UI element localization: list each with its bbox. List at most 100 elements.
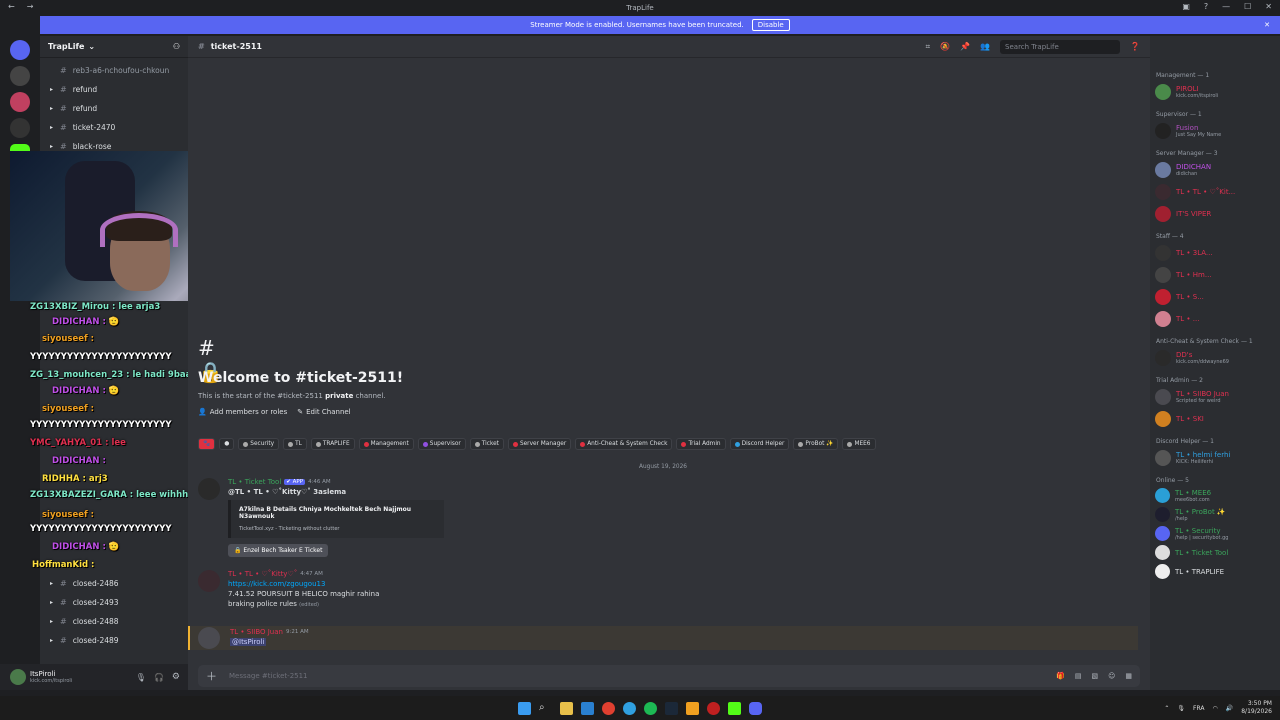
role-chip[interactable]: TL (283, 438, 307, 450)
role-chip[interactable]: ProBot ✨ (793, 438, 839, 450)
role-chip[interactable]: Trial Admin (676, 438, 726, 450)
member-item[interactable]: PIROLI kick.com/itspiroli (1150, 81, 1280, 103)
channel-item[interactable]: # reb3-a6-nchoufou-chkoun (40, 61, 188, 80)
inbox-icon[interactable]: ▣ (1182, 2, 1190, 11)
search-icon[interactable]: ⌕ (539, 702, 552, 715)
server-icon[interactable] (10, 66, 30, 86)
member-item[interactable]: TL • ... (1150, 308, 1280, 330)
gift-icon[interactable]: 🎁 (1056, 672, 1065, 680)
store-icon[interactable] (581, 701, 594, 715)
plus-icon[interactable]: ＋ (206, 668, 217, 684)
banner-close-icon[interactable]: ✕ (1264, 21, 1270, 29)
inbox-icon[interactable]: ❓ (1130, 42, 1140, 51)
add-user-icon[interactable]: ⚇ (173, 42, 180, 51)
minimize-icon[interactable]: — (1222, 2, 1230, 11)
message-input[interactable]: Message #ticket-2511 (229, 672, 308, 680)
avatar[interactable] (10, 669, 26, 685)
chevron-up-icon[interactable]: ⌃ (1164, 705, 1169, 712)
gear-icon[interactable]: ⚙ (172, 672, 180, 682)
member-item[interactable]: TL • Ticket Tool (1150, 543, 1280, 562)
role-chip[interactable]: Management (358, 438, 414, 450)
server-header[interactable]: TrapLife ⌄ ⚇ (40, 36, 188, 58)
language-indicator[interactable]: FRA (1193, 705, 1204, 712)
member-item[interactable]: Fusion Just Say My Name (1150, 120, 1280, 142)
windows-start-icon[interactable] (518, 701, 531, 715)
close-icon[interactable]: ✕ (1265, 2, 1272, 11)
channel-item[interactable]: ▸ # refund (40, 80, 188, 99)
app-icon[interactable] (686, 701, 699, 715)
member-item[interactable]: IT'S VIPER (1150, 203, 1280, 225)
microphone-icon[interactable]: 🎙 (136, 673, 146, 682)
kick-icon[interactable] (728, 701, 741, 715)
message-link[interactable]: https://kick.com/zgougou13 (228, 580, 379, 588)
avatar[interactable] (198, 478, 220, 500)
avatar[interactable] (198, 570, 220, 592)
role-chip[interactable]: Anti-Cheat & System Check (575, 438, 673, 450)
message-mention-highlight: TL • SIIBO Juan 9:21 AM @ItsPiroli (188, 626, 1138, 650)
apps-icon[interactable]: ▦ (1125, 672, 1132, 680)
member-item[interactable]: TL • Security/help | securitybot.gg (1150, 524, 1280, 543)
add-members-button[interactable]: 👤 Add members or roles (198, 408, 287, 416)
member-item[interactable]: TL • SIIBO Juan Scripted for weird (1150, 386, 1280, 408)
message-author[interactable]: TL • Ticket Tool (228, 478, 281, 486)
help-icon[interactable]: ? (1204, 2, 1208, 11)
role-chip[interactable]: ● (219, 438, 235, 450)
emoji-icon[interactable]: ☺ (1108, 672, 1115, 680)
message-author[interactable]: TL • SIIBO Juan (230, 628, 283, 636)
spotify-icon[interactable] (644, 701, 657, 715)
server-icon[interactable] (10, 92, 30, 112)
disable-button[interactable]: Disable (751, 19, 790, 31)
clock[interactable]: 3:50 PM 8/19/2026 (1241, 700, 1272, 716)
chat-line: YYYYYYYYYYYYYYYYYYYYYYY (30, 524, 172, 534)
role-chip[interactable]: Supervisor (417, 438, 466, 450)
member-item[interactable]: TL • Hm... (1150, 264, 1280, 286)
role-chip[interactable]: Discord Helper (729, 438, 790, 450)
chat-line: siyouseef : (42, 510, 95, 520)
headphones-icon[interactable]: 🎧 (154, 673, 164, 682)
forward-icon[interactable]: → (27, 2, 34, 11)
notification-bell-icon[interactable]: 🔕 (940, 42, 950, 51)
member-item[interactable]: TL • helmi ferhi KICK: Heiliferhi (1150, 447, 1280, 469)
channel-item[interactable]: ▸ # ticket-2470 (40, 118, 188, 137)
app-icon[interactable] (707, 701, 720, 715)
avatar[interactable] (198, 627, 220, 649)
member-item[interactable]: DD's kick.com/ddwayne69 (1150, 347, 1280, 369)
search-input[interactable]: Search TrapLife (1000, 39, 1121, 54)
maximize-icon[interactable]: ☐ (1244, 2, 1251, 11)
mention[interactable]: @ItsPiroli (230, 638, 267, 646)
message-author[interactable]: TL • TL • ♡˚Kitty♡˚ (228, 570, 297, 578)
channel-item[interactable]: ▸ # refund (40, 99, 188, 118)
discord-icon[interactable] (749, 701, 762, 715)
microphone-icon[interactable]: 🎙 (1177, 705, 1185, 712)
member-item[interactable]: TL • TRAPLIFE (1150, 562, 1280, 581)
member-item[interactable]: TL • 3LA... (1150, 242, 1280, 264)
role-chip[interactable]: Server Manager (507, 438, 572, 450)
member-item[interactable]: TL • TL • ♡˚Kit... (1150, 181, 1280, 203)
edit-channel-button[interactable]: ✎ Edit Channel (297, 408, 350, 416)
file-explorer-icon[interactable] (560, 701, 573, 715)
role-chip[interactable]: Security (238, 438, 280, 450)
member-item[interactable]: TL • MEE6 mee6bot.com (1150, 486, 1280, 505)
role-chip[interactable]: Ticket (469, 438, 504, 450)
member-item[interactable]: TL • S... (1150, 286, 1280, 308)
close-ticket-button[interactable]: 🔒 Enzel Bech Tsaker E Ticket (228, 544, 329, 557)
back-icon[interactable]: ← (8, 2, 15, 11)
member-item[interactable]: TL • ProBot ✨/help (1150, 505, 1280, 524)
pin-icon[interactable]: 📌 (960, 42, 970, 51)
home-icon[interactable] (10, 40, 30, 60)
sticker-icon[interactable]: ▧ (1091, 672, 1098, 680)
volume-icon[interactable]: 🔊 (1226, 705, 1233, 712)
chrome-icon[interactable] (602, 701, 615, 715)
member-item[interactable]: TL • SKI (1150, 408, 1280, 430)
threads-icon[interactable]: ⌗ (926, 42, 931, 52)
gif-icon[interactable]: ▤ (1075, 672, 1082, 680)
member-list-icon[interactable]: 👥 (980, 42, 990, 51)
server-icon[interactable] (10, 118, 30, 138)
steam-icon[interactable] (665, 701, 678, 715)
role-chip[interactable]: MEE6 (842, 438, 876, 450)
role-chip[interactable]: TRAPLIFE (310, 438, 355, 450)
member-item[interactable]: DIDICHAN didichan (1150, 159, 1280, 181)
browser-icon[interactable] (623, 701, 636, 715)
role-chip[interactable]: 🐾 (198, 438, 216, 450)
wifi-icon[interactable]: ◠ (1213, 705, 1218, 712)
